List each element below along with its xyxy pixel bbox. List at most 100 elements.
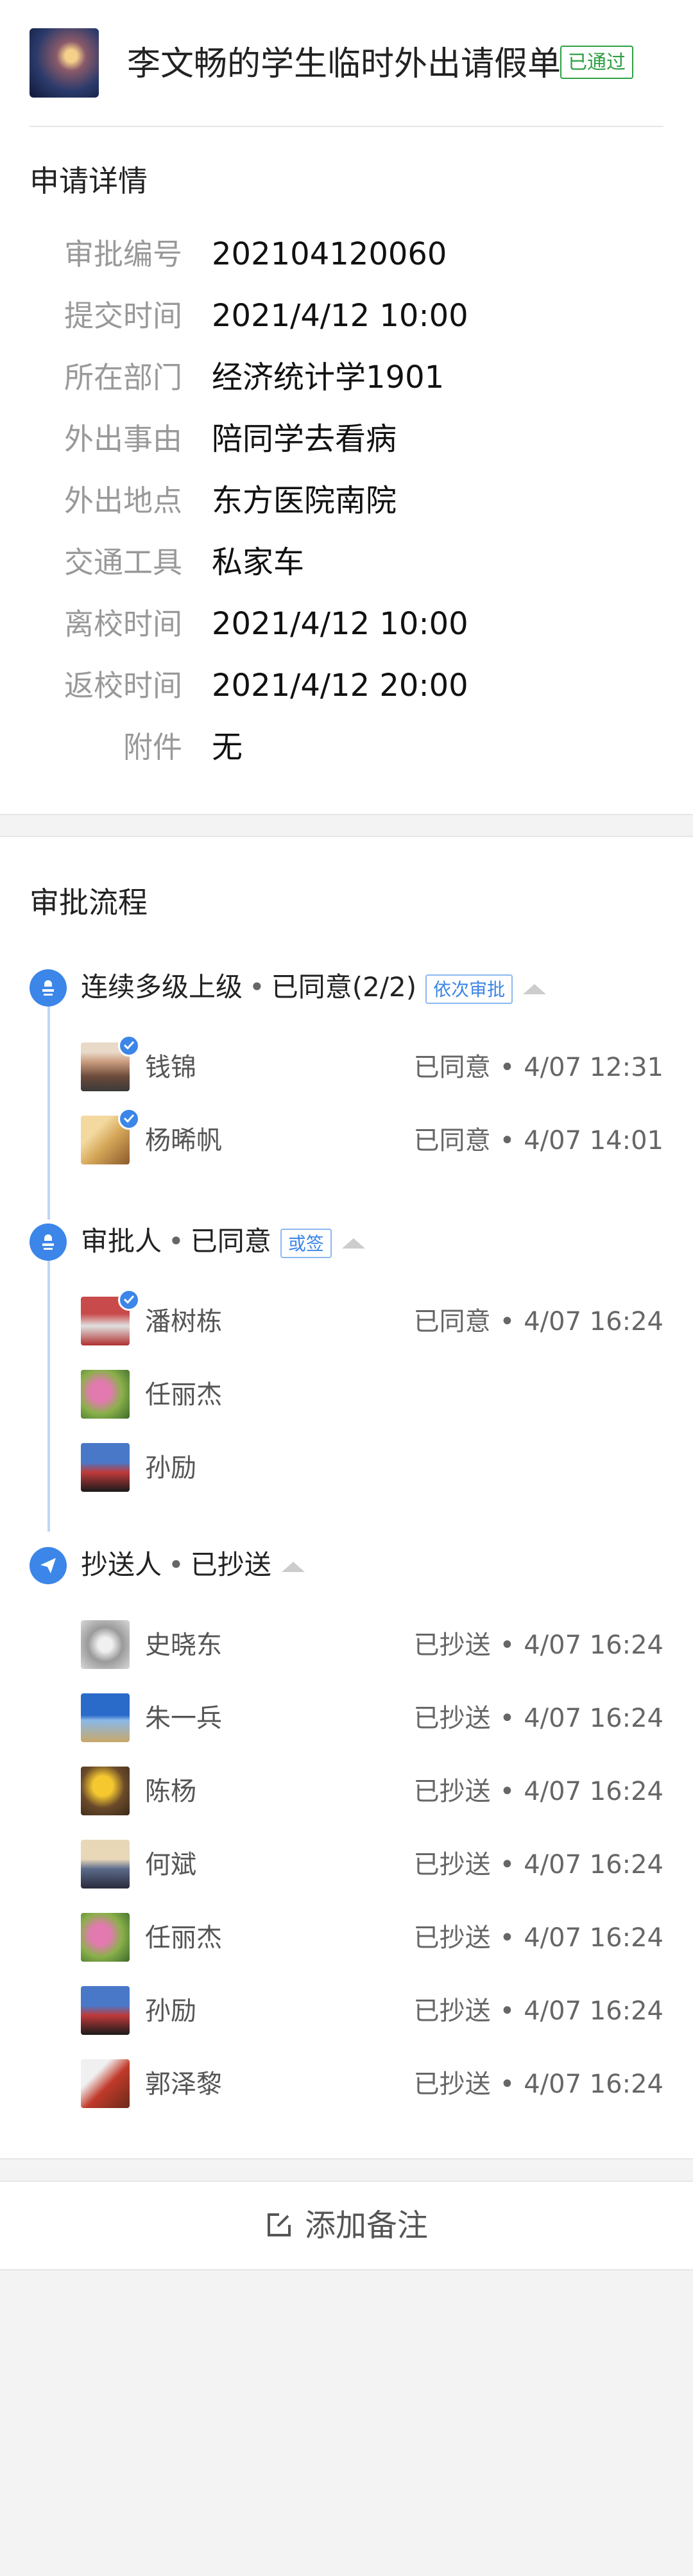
cc-row[interactable]: 何斌 已抄送 • 4/07 16:24 (0, 1828, 693, 1901)
person-name: 陈杨 (145, 1777, 196, 1806)
add-note-label: 添加备注 (304, 2208, 428, 2243)
detail-label: 离校时间 (64, 607, 182, 641)
or-sign-tag: 或签 (280, 1228, 332, 1258)
person-name: 潘树栋 (145, 1307, 222, 1336)
approver-stage-icon (30, 969, 67, 1007)
detail-value: 陪同学去看病 (212, 421, 397, 457)
header-divider (30, 126, 663, 127)
person-avatar (81, 1840, 130, 1889)
stage-status: 已抄送 (190, 1549, 271, 1580)
detail-label: 附件 (123, 730, 182, 765)
collapse-arrow-icon[interactable] (341, 1238, 365, 1249)
stage-name: 连续多级上级 (81, 971, 243, 1003)
person-name: 何斌 (145, 1850, 196, 1880)
detail-label: 审批编号 (64, 237, 182, 272)
person-status: 已抄送 • 4/07 16:24 (413, 1704, 663, 1733)
person-status: 已抄送 • 4/07 16:24 (413, 1923, 663, 1953)
stage-separator: • (168, 1549, 184, 1580)
person-avatar (81, 1620, 130, 1669)
person-status: 已抄送 • 4/07 16:24 (413, 1630, 663, 1660)
status-badge: 已通过 (560, 46, 633, 79)
detail-row-submit-time: 提交时间 2021/4/12 10:00 (0, 285, 693, 347)
approver-row[interactable]: 钱锦 已同意 • 4/07 12:31 (0, 1031, 693, 1104)
detail-row-reason: 外出事由 陪同学去看病 (0, 408, 693, 470)
edit-icon (267, 2213, 291, 2236)
approver-row[interactable]: 潘树栋 已同意 • 4/07 16:24 (0, 1285, 693, 1358)
cc-stage-icon (30, 1547, 67, 1584)
person-avatar (81, 1986, 130, 2035)
person-avatar (81, 1370, 130, 1419)
person-name: 任丽杰 (145, 1380, 222, 1410)
approver-row[interactable]: 杨晞帆 已同意 • 4/07 14:01 (0, 1104, 693, 1177)
form-header: 李文畅的学生临时外出请假单 已通过 (0, 0, 693, 127)
approved-check-icon (118, 1108, 140, 1130)
approved-check-icon (118, 1289, 140, 1311)
person-avatar (81, 1767, 130, 1815)
person-avatar (81, 1443, 130, 1492)
detail-value[interactable]: 无 (212, 728, 243, 766)
cc-row[interactable]: 孙励 已抄送 • 4/07 16:24 (0, 1975, 693, 2048)
person-name: 孙励 (145, 1453, 196, 1483)
flow-section-title: 审批流程 (30, 885, 148, 920)
cc-row[interactable]: 郭泽黎 已抄送 • 4/07 16:24 (0, 2048, 693, 2121)
approval-card: 李文畅的学生临时外出请假单 已通过 申请详情 审批编号 202104120060… (0, 0, 693, 815)
stage-name: 抄送人 (81, 1549, 162, 1580)
detail-label: 返校时间 (64, 668, 182, 703)
stage-status: 已同意(2/2) (271, 971, 417, 1003)
person-name: 史晓东 (145, 1630, 222, 1660)
collapse-arrow-icon[interactable] (523, 983, 547, 994)
cc-row[interactable]: 任丽杰 已抄送 • 4/07 16:24 (0, 1901, 693, 1975)
person-name: 孙励 (145, 1996, 196, 2026)
detail-label: 提交时间 (64, 298, 182, 333)
detail-row-approval-number: 审批编号 202104120060 (0, 223, 693, 285)
stage-separator: • (168, 1225, 184, 1257)
add-note-button[interactable]: 添加备注 (0, 2206, 693, 2245)
detail-label: 交通工具 (64, 545, 182, 580)
detail-row-return-time: 返校时间 2021/4/12 20:00 (0, 655, 693, 716)
stage-multi-level: 连续多级上级 • 已同意(2/2) 依次审批 (81, 968, 547, 1007)
detail-row-transport: 交通工具 私家车 (0, 532, 693, 593)
person-status: 已抄送 • 4/07 16:24 (413, 1850, 663, 1880)
detail-row-department: 所在部门 经济统计学1901 (0, 347, 693, 408)
person-name: 郭泽黎 (145, 2070, 222, 2099)
cc-row[interactable]: 朱一兵 已抄送 • 4/07 16:24 (0, 1682, 693, 1755)
detail-row-leave-time: 离校时间 2021/4/12 10:00 (0, 593, 693, 655)
person-status: 已抄送 • 4/07 16:24 (413, 1996, 663, 2026)
approver-stage-icon (30, 1223, 67, 1261)
cc-row[interactable]: 史晓东 已抄送 • 4/07 16:24 (0, 1609, 693, 1682)
stage-separator: • (249, 971, 265, 1003)
detail-value: 私家车 (212, 544, 305, 580)
sequential-approval-tag: 依次审批 (425, 974, 513, 1004)
person-avatar (81, 1913, 130, 1962)
person-status: 已同意 • 4/07 14:01 (413, 1126, 663, 1155)
applicant-avatar (30, 28, 99, 98)
person-name: 钱锦 (145, 1053, 196, 1082)
detail-value: 2021/4/12 10:00 (212, 606, 468, 642)
approved-check-icon (118, 1035, 140, 1057)
detail-value: 202104120060 (212, 236, 447, 272)
detail-row-attachment: 附件 无 (0, 716, 693, 778)
approver-row[interactable]: 孙励 (0, 1431, 693, 1505)
collapse-arrow-icon[interactable] (281, 1561, 305, 1572)
detail-label: 外出地点 (64, 483, 182, 518)
person-status: 已抄送 • 4/07 16:24 (413, 2070, 663, 2099)
detail-value: 2021/4/12 20:00 (212, 668, 468, 704)
person-name: 杨晞帆 (145, 1126, 222, 1155)
detail-label: 所在部门 (64, 360, 182, 395)
stage-approver: 审批人 • 已同意 或签 (81, 1222, 365, 1261)
cc-row[interactable]: 陈杨 已抄送 • 4/07 16:24 (0, 1755, 693, 1828)
detail-value: 经济统计学1901 (212, 359, 445, 395)
stage-status: 已同意 (190, 1225, 271, 1257)
approver-row[interactable]: 任丽杰 (0, 1358, 693, 1431)
detail-value: 2021/4/12 10:00 (212, 298, 468, 334)
add-note-bar: 添加备注 (0, 2181, 693, 2270)
person-status: 已抄送 • 4/07 16:24 (413, 1777, 663, 1806)
detail-label: 外出事由 (64, 422, 182, 456)
person-name: 任丽杰 (145, 1923, 222, 1953)
person-status: 已同意 • 4/07 12:31 (413, 1053, 663, 1082)
form-title: 李文畅的学生临时外出请假单 (127, 45, 561, 83)
detail-row-destination: 外出地点 东方医院南院 (0, 470, 693, 532)
details-section-title: 申请详情 (30, 164, 148, 198)
person-status: 已同意 • 4/07 16:24 (413, 1307, 663, 1336)
detail-value: 东方医院南院 (212, 483, 397, 519)
